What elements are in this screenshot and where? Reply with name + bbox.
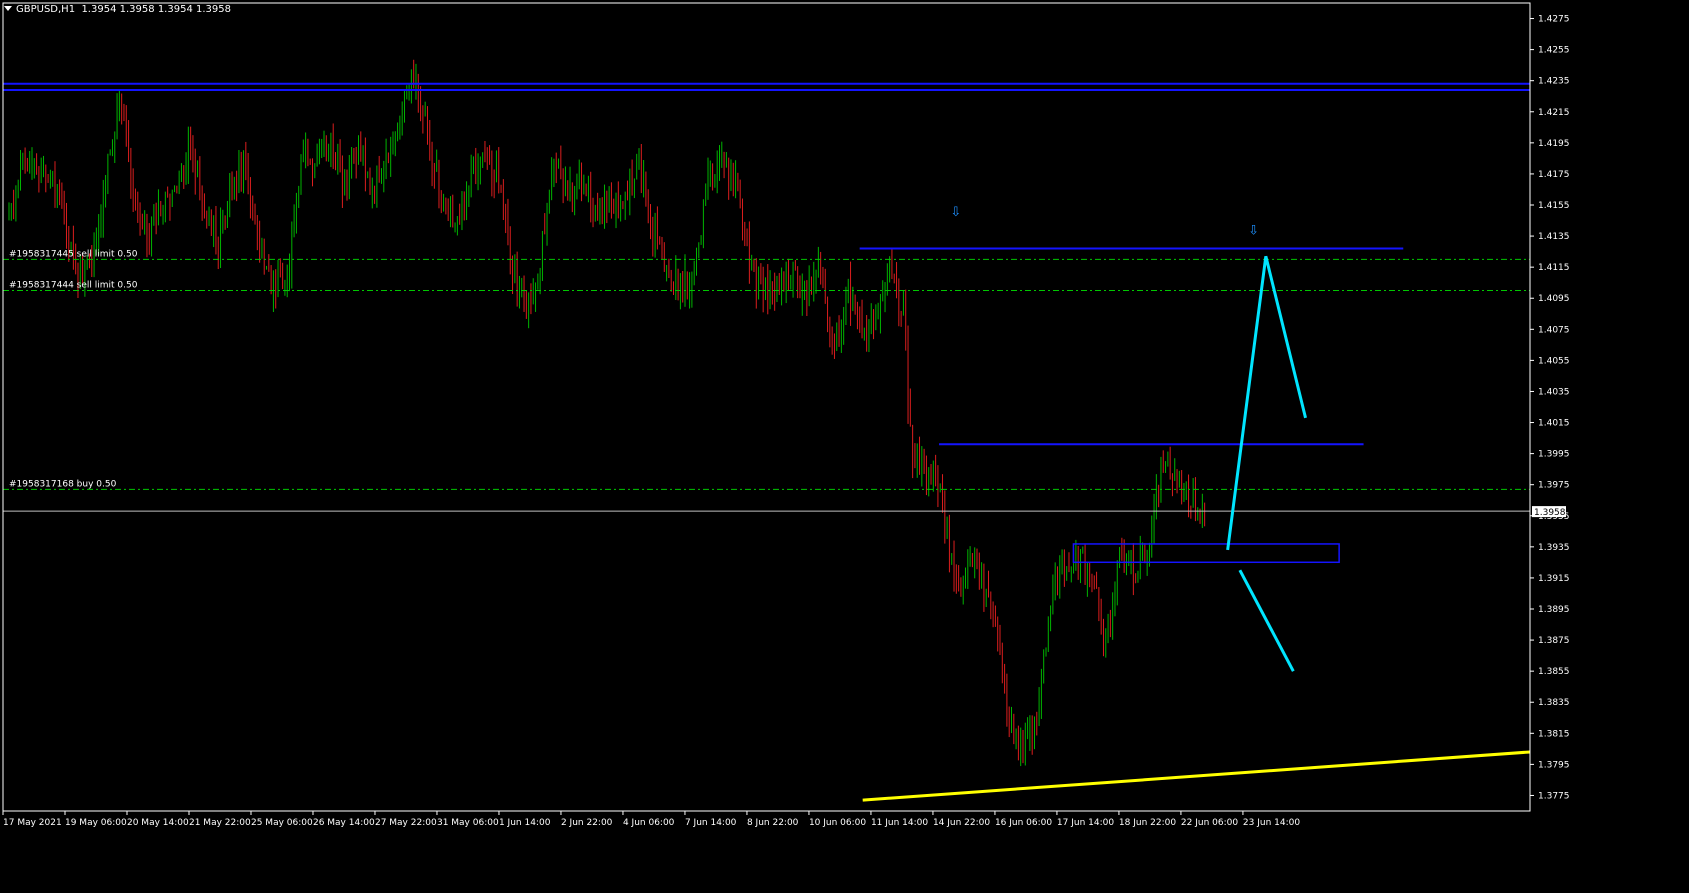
y-tick-label: 1.3895 [1538,605,1570,615]
y-tick-label: 1.4135 [1538,232,1570,242]
x-tick-label: 18 Jun 22:00 [1119,818,1176,828]
x-tick-label: 31 May 06:00 [437,818,499,828]
y-tick-label: 1.4235 [1538,77,1570,87]
x-tick-label: 19 May 06:00 [65,818,127,828]
price-badge-label: 1.3958 [1534,508,1566,518]
order-label: #1958317444 sell limit 0.50 [9,280,138,290]
y-tick-label: 1.4195 [1538,139,1570,149]
projection-up [1226,255,1307,551]
x-tick-label: 11 Jun 14:00 [871,818,928,828]
y-tick-label: 1.3995 [1538,450,1570,460]
x-tick-label: 20 May 14:00 [127,818,189,828]
dropdown-icon[interactable] [4,6,12,11]
y-tick-label: 1.4115 [1538,263,1570,273]
x-tick-label: 22 Jun 06:00 [1181,818,1238,828]
y-tick-label: 1.4015 [1538,419,1570,429]
x-tick-label: 27 May 22:00 [375,818,437,828]
y-tick-label: 1.3835 [1538,698,1570,708]
x-tick-label: 26 May 14:00 [313,818,375,828]
close-value: 1.3958 [196,4,231,15]
x-tick-label: 17 Jun 14:00 [1057,818,1114,828]
y-tick-label: 1.3855 [1538,667,1570,677]
y-tick-label: 1.3795 [1538,760,1570,770]
y-tick-label: 1.4215 [1538,108,1570,118]
x-tick-label: 16 Jun 06:00 [995,818,1052,828]
y-tick-label: 1.3775 [1538,791,1570,801]
zone-rect [1072,543,1340,564]
y-tick-label: 1.3815 [1538,729,1570,739]
y-tick-label: 1.3975 [1538,481,1570,491]
order-label: #1958317445 sell limit 0.50 [9,249,138,259]
time-axis: 17 May 2021 19 May 06:00 20 May 14:00 21 Ma… [2,811,1300,828]
y-tick-label: 1.3935 [1538,543,1570,553]
x-tick-label: 7 Jun 14:00 [685,818,737,828]
low-value: 1.3954 [157,4,193,15]
candles-layer [8,59,1206,767]
high-value: 1.3958 [119,4,155,15]
y-tick-label: 1.4275 [1538,15,1570,25]
x-tick-label: 2 Jun 22:00 [561,818,613,828]
y-tick-label: 1.3875 [1538,636,1570,646]
y-tick-label: 1.4175 [1538,170,1570,180]
x-tick-label: 8 Jun 22:00 [747,818,799,828]
projection-down [1238,569,1295,672]
down-arrow-icon: ⇩ [1248,224,1259,239]
trendline [862,750,1531,802]
y-tick-label: 1.4255 [1538,46,1570,56]
y-tick-label: 1.4035 [1538,387,1570,397]
x-tick-label: 1 Jun 14:00 [499,818,551,828]
x-tick-label: 10 Jun 06:00 [809,818,866,828]
x-tick-label: 25 May 06:00 [251,818,313,828]
y-tick-label: 1.4155 [1538,201,1570,211]
y-tick-label: 1.4095 [1538,294,1570,304]
x-tick-label: 21 May 22:00 [189,818,251,828]
price-axis: 1.4275 1.4255 1.4235 1.4215 1.4195 1.4175 1.41… [2,2,1570,812]
y-tick-label: 1.4075 [1538,325,1570,335]
down-arrow-icon: ⇩ [950,205,961,220]
x-tick-label: 4 Jun 06:00 [623,818,675,828]
x-tick-label: 17 May 2021 [3,818,62,828]
symbol-label: GBPUSD,H1 [16,4,76,15]
chart-header[interactable]: GBPUSD,H1 1.3954 1.3958 1.3954 1.3958 [4,4,231,15]
price-chart[interactable]: #1958317445 sell limit 0.50 #1958317444 s… [0,0,1689,893]
x-tick-label: 23 Jun 14:00 [1243,818,1300,828]
y-tick-label: 1.3915 [1538,574,1570,584]
plot-frame [2,2,1531,812]
chart-area[interactable]: #1958317445 sell limit 0.50 #1958317444 s… [0,0,1689,893]
order-label: #1958317168 buy 0.50 [9,479,117,489]
y-tick-label: 1.4055 [1538,356,1570,366]
x-tick-label: 14 Jun 22:00 [933,818,990,828]
open-value: 1.3954 [81,4,117,15]
